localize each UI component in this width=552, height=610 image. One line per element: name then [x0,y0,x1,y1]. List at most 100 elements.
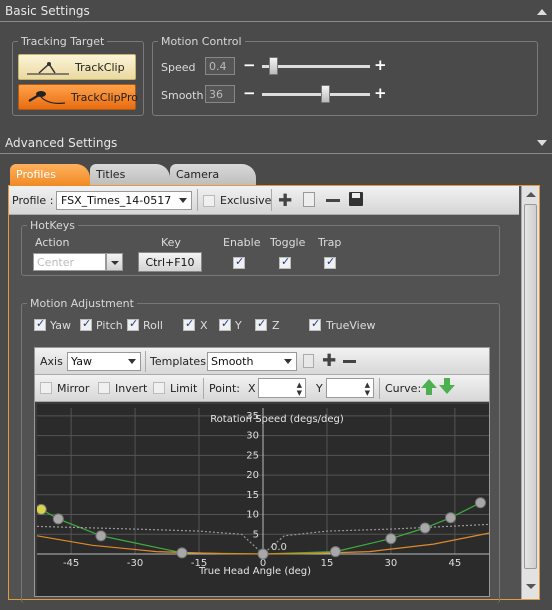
tracking-target-title: Tracking Target [18,35,108,48]
x-tick-label: 30 [385,558,398,569]
curve-up-icon[interactable] [421,379,437,388]
exclusive-checkbox[interactable] [203,195,215,207]
profile-label: Profile : [12,194,54,207]
y-tick-label: 25 [246,450,259,461]
scroll-down-icon[interactable] [526,584,536,589]
x-tick-label: 45 [449,558,462,569]
tab-titles-label: Titles [96,168,126,181]
smooth-plus-button[interactable]: + [374,86,387,101]
tab-profiles[interactable]: Profiles [10,164,90,186]
control-point [419,522,431,534]
dropdown-arrow-icon [179,198,187,203]
templates-select-value: Smooth [211,355,254,368]
current-value-readout: 0.0 [271,542,287,553]
y-tick-label: 15 [246,490,259,501]
y-axis-checkbox[interactable] [219,317,231,331]
hotkey-trap-checkbox[interactable] [324,255,336,269]
advanced-settings-title: Advanced Settings [5,136,118,150]
hotkey-enable-checkbox[interactable] [233,255,245,269]
yaw-checkbox[interactable] [34,317,46,331]
hotkey-key-button[interactable]: Ctrl+F10 [138,252,202,272]
toolbar-separator [271,189,272,211]
add-template-icon[interactable]: ✚ [322,351,336,371]
profile-select[interactable]: FSX_Times_14-0517 [56,191,192,210]
curve-toolbar-top: Axis Yaw Templates Smooth ✚ [35,348,489,375]
chart-title: Rotation Speed (degs/deg) [210,414,344,425]
add-profile-icon[interactable]: ✚ [278,191,292,211]
remove-profile-icon[interactable] [326,199,340,202]
x-axis-label: X [200,319,208,332]
y-tick-label: 5 [253,529,259,540]
speed-label: Speed [161,61,196,74]
spin-up-icon[interactable]: ▲ [297,381,302,389]
x-axis-checkbox[interactable] [183,317,195,331]
invert-checkbox[interactable] [98,382,110,394]
control-point [176,547,188,559]
spin-up-icon[interactable]: ▲ [365,381,370,389]
scroll-up-icon[interactable] [526,192,536,197]
collapse-icon[interactable] [537,9,547,15]
point-x-input[interactable]: ▲ ▼ [258,378,306,398]
hotkey-toggle-checkbox[interactable] [279,255,291,269]
smooth-slider-thumb[interactable] [320,85,330,103]
speed-minus-button[interactable]: − [243,58,256,73]
save-profile-icon[interactable] [349,192,363,206]
limit-label: Limit [170,382,198,395]
speed-value-field[interactable]: 0.4 [205,57,235,75]
smooth-minus-button[interactable]: − [243,86,256,101]
action-select[interactable]: Center [33,253,106,271]
spin-down-icon[interactable]: ▼ [365,389,370,397]
mirror-checkbox[interactable] [40,382,52,394]
speed-plus-button[interactable]: + [374,58,387,73]
control-point [445,512,457,524]
smooth-value-field[interactable]: 36 [205,85,235,103]
copy-template-icon[interactable] [303,354,314,368]
curve-toolbar-bottom: Mirror Invert Limit Point: X ▲ ▼ Y ▲ ▼ C… [35,375,489,402]
expand-icon[interactable] [537,140,547,146]
trackclippro-label: TrackClipPro [71,91,139,104]
remove-template-icon[interactable] [343,360,356,363]
curve-down-icon-stem [444,378,450,385]
speed-slider-track[interactable] [262,65,370,68]
motion-adjustment-title: Motion Adjustment [27,297,137,310]
tab-titles[interactable]: Titles [90,164,170,186]
advanced-settings-header[interactable]: Advanced Settings [0,132,552,154]
response-curve-chart[interactable]: -45 -30 -15 0 15 30 455101520253035Rotation Sp… [37,404,489,596]
toolbar-separator [197,189,198,211]
speed-slider-thumb[interactable] [268,57,278,75]
yaw-label: Yaw [50,319,71,332]
invert-label: Invert [115,382,148,395]
templates-select[interactable]: Smooth [207,352,297,371]
spin-down-icon[interactable]: ▼ [297,389,302,397]
tab-camera[interactable]: Camera [170,164,256,186]
toolbar-separator [145,351,146,372]
copy-profile-icon[interactable] [303,192,315,207]
trueview-checkbox[interactable] [309,317,321,331]
axis-label: Axis [40,355,63,368]
scrollbar-thumb[interactable] [524,204,537,569]
trackclip-button[interactable]: TrackClip [18,54,136,80]
x-tick-label: -45 [63,558,79,569]
trackclippro-button[interactable]: TrackClipPro [18,84,139,110]
dropdown-arrow-icon [128,359,136,364]
z-axis-checkbox[interactable] [255,317,267,331]
action-dropdown-button[interactable] [106,253,123,271]
basic-settings-header[interactable]: Basic Settings [0,0,552,22]
axis-select-value: Yaw [71,355,92,368]
hotkey-header-toggle: Toggle [270,236,306,249]
point-y-input[interactable]: ▲ ▼ [326,378,374,398]
curve-editor: Axis Yaw Templates Smooth ✚ Mirror Inver… [34,347,490,597]
roll-checkbox[interactable] [127,317,139,331]
pitch-checkbox[interactable] [80,317,92,331]
dropdown-arrow-icon [111,261,119,265]
axis-select[interactable]: Yaw [67,352,141,371]
profile-toolbar: Profile : FSX_Times_14-0517 Exclusive ✚ [9,186,519,215]
limit-checkbox[interactable] [153,382,165,394]
point-label: Point: [209,382,241,395]
control-point [385,533,397,545]
z-axis-label: Z [272,319,280,332]
trackclip-icon [27,62,69,75]
smooth-slider-track[interactable] [262,93,370,96]
vertical-scrollbar[interactable] [521,186,539,599]
curve-down-icon[interactable] [439,385,455,394]
